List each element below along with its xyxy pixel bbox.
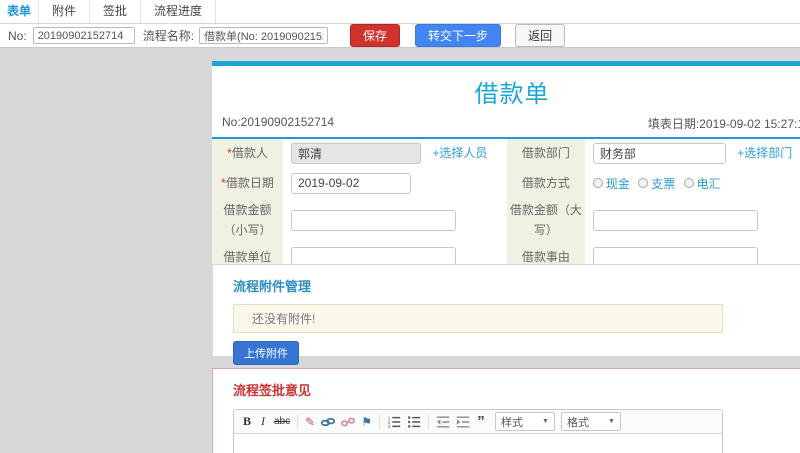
loan-form-card: 借款单 No:20190902152714 填表日期:2019-09-02 15… [212,61,800,276]
approval-section: 流程签批意见 B I abc ✎ ⚑ 123 ” 样式 ▼ 格式 ▼ [212,368,800,453]
tab-process-progress[interactable]: 流程进度 [141,0,217,23]
radio-cheque-icon[interactable] [638,178,649,188]
form-no-text: No:20190902152714 [222,115,335,129]
command-bar: No: 流程名称: 保存 转交下一步 返回 [0,24,800,48]
fill-date-text: 填表日期:2019-09-02 15:27:1 [647,117,800,131]
toolbar-separator [378,414,380,429]
attachment-section-title: 流程附件管理 [233,279,312,294]
select-department-link[interactable]: +选择部门 [737,146,792,160]
tab-approval[interactable]: 签批 [90,0,142,23]
radio-wire-icon[interactable] [683,178,694,188]
blockquote-icon[interactable]: ” [473,412,489,432]
process-name-input[interactable] [199,27,329,44]
forward-next-step-button[interactable]: 转交下一步 [415,24,502,47]
style-dropdown[interactable]: 样式 ▼ [494,412,555,431]
upload-attachment-button[interactable]: 上传附件 [233,341,299,365]
amount-lowercase-label-cell: 借款金额（小写） [212,198,283,243]
bold-icon[interactable]: B [239,412,255,432]
link-icon[interactable] [318,412,338,432]
no-input[interactable] [32,27,135,44]
department-input[interactable] [592,143,726,164]
unlink-icon[interactable] [338,412,358,432]
department-label-cell: 借款部门 [506,139,585,168]
tab-attachment[interactable]: 附件 [39,0,91,23]
borrower-input[interactable] [291,143,421,164]
toolbar-separator [427,414,429,429]
radio-option-cheque[interactable]: 支票 [638,175,675,192]
numbered-list-icon[interactable]: 123 [384,412,404,432]
borrower-label-cell: *借款人 [212,139,283,168]
page-title: 借款单 [474,81,550,108]
outdent-icon[interactable] [433,412,453,432]
attachment-section: 流程附件管理 还没有附件! 上传附件 [212,264,800,365]
no-label: No: [8,28,27,43]
process-name-label: 流程名称: [142,29,195,43]
no-attachment-alert: 还没有附件! [233,304,723,333]
loan-method-label-cell: 借款方式 [506,168,585,198]
format-dropdown[interactable]: 格式 ▼ [560,412,621,431]
approval-section-title: 流程签批意见 [233,383,312,398]
tab-bar: 表单 附件 签批 流程进度 [0,0,800,24]
indent-icon[interactable] [453,412,473,432]
radio-option-wire[interactable]: 电汇 [683,175,721,192]
bullet-list-icon[interactable] [404,412,424,432]
loan-form-table: *借款人 +选择人员 借款部门 +选择部门 *借款日期 借款方式 现金 支票 电… [212,139,800,276]
loan-date-input[interactable] [291,172,411,194]
chevron-down-icon: ▼ [608,418,615,425]
toolbar-separator [297,414,299,429]
radio-option-cash[interactable]: 现金 [592,175,630,192]
save-button[interactable]: 保存 [350,24,401,47]
loan-date-label-cell: *借款日期 [212,168,283,198]
radio-cash-icon[interactable] [592,178,603,188]
amount-uppercase-label-cell: 借款金额（大写） [506,198,585,243]
strikethrough-icon[interactable]: abc [271,412,293,432]
chevron-down-icon: ▼ [542,418,549,425]
select-person-link[interactable]: +选择人员 [432,146,487,160]
amount-uppercase-input[interactable] [592,209,758,231]
amount-lowercase-input[interactable] [291,209,456,231]
editor-toolbar: B I abc ✎ ⚑ 123 ” 样式 ▼ 格式 ▼ [234,410,722,434]
rich-text-editor: B I abc ✎ ⚑ 123 ” 样式 ▼ 格式 ▼ [233,409,723,453]
editor-content-area[interactable] [234,434,722,453]
svg-text:3: 3 [388,424,391,429]
back-button[interactable]: 返回 [515,24,566,47]
anchor-icon[interactable]: ⚑ [358,412,375,432]
remove-format-icon[interactable]: ✎ [302,412,318,432]
italic-icon[interactable]: I [255,412,271,432]
tab-form[interactable]: 表单 [0,0,40,23]
